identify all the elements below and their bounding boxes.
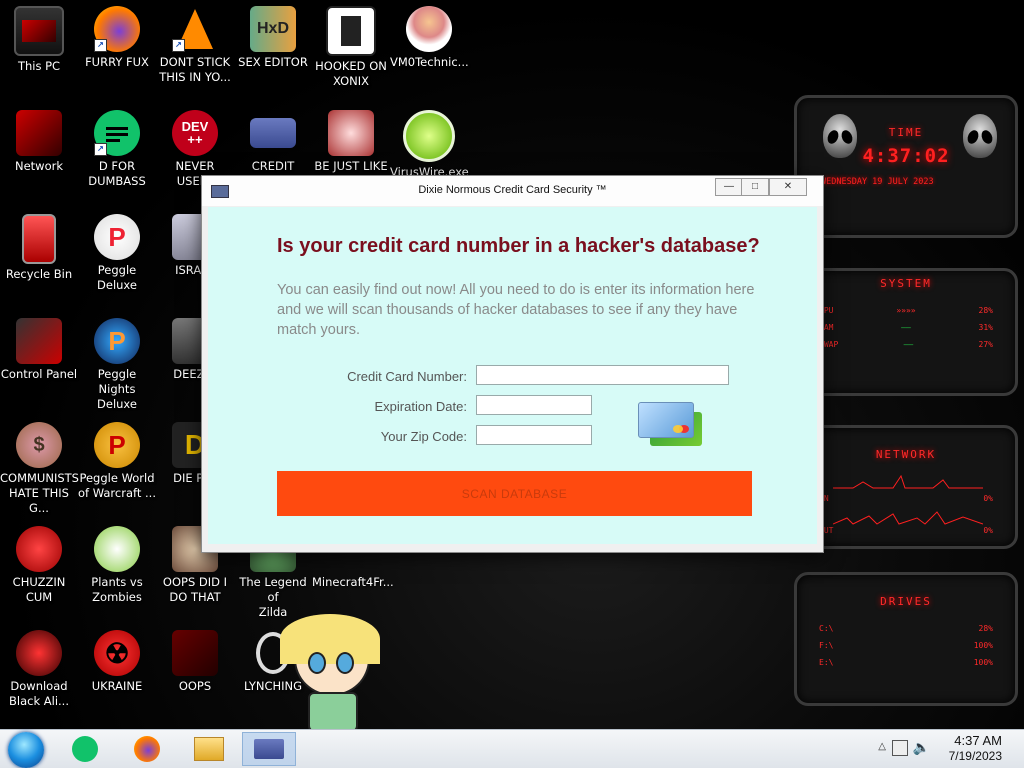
hxd-editor-icon: HxD (250, 6, 296, 52)
desktop-icon-ukraine[interactable]: ☢ UKRAINE (78, 630, 156, 694)
vlc-cone-icon: ↗ (172, 6, 218, 52)
taskbar: △ 🔈 4:37 AM 7/19/2023 (0, 729, 1024, 768)
window-titlebar[interactable]: Dixie Normous Credit Card Security ™ — □… (202, 176, 823, 206)
drive-f-stat: F:\ 100% (819, 641, 993, 650)
clock-time[interactable]: 4:37 AM (954, 733, 1002, 748)
desktop-icon-plants-vs-zombies[interactable]: Plants vs Zombies (78, 526, 156, 605)
desktop-icon-control-panel[interactable]: Control Panel (0, 318, 78, 382)
desktop-icon-dont-stick[interactable]: ↗ DONT STICK THIS IN YO... (156, 6, 234, 85)
shortcut-arrow-icon: ↗ (94, 143, 107, 156)
network-gadget: NETWORK IN0% OUT0% (794, 425, 1018, 549)
desktop-icon-viruswire[interactable]: VirusWire.exe (390, 110, 469, 180)
firefox-icon: ↗ (94, 6, 140, 52)
network-out-stat: OUT 0% (819, 526, 993, 535)
card-number-input[interactable] (476, 365, 729, 385)
desktop-icon-peggle-world[interactable]: P Peggle World of Warcraft ... (78, 422, 156, 501)
network-tray-icon[interactable] (892, 740, 908, 756)
desktop-icon-furry-fux[interactable]: ↗ FURRY FUX (78, 6, 156, 70)
expiration-date-label: Expiration Date: (374, 399, 468, 414)
flower-icon (94, 526, 140, 572)
chuzzle-icon (16, 526, 62, 572)
dev-cpp-icon: DEV ++ (172, 110, 218, 156)
credit-card-security-window: Dixie Normous Credit Card Security ™ — □… (201, 175, 824, 553)
computer-icon (14, 6, 64, 56)
desktop-icon-chuzzin[interactable]: CHUZZIN CUM (0, 526, 78, 605)
firefox-icon (134, 736, 160, 762)
maximize-button[interactable]: □ (741, 178, 769, 196)
drive-e-stat: E:\ 100% (819, 658, 993, 667)
desktop-icon-download-black-alien[interactable]: Download Black Ali... (0, 630, 78, 709)
start-button[interactable] (8, 732, 44, 768)
drives-gadget: DRIVES C:\ 28% F:\ 100% E:\ 100% (794, 572, 1018, 706)
desktop-icon-be-just-like[interactable]: BE JUST LIKE (312, 110, 390, 174)
document-app-icon: ↗ (94, 110, 140, 156)
network-title: NETWORK (875, 448, 937, 461)
peggle-icon: P (94, 422, 140, 468)
close-button[interactable]: ✕ (769, 178, 807, 196)
time-gadget: TIME 4:37:02 WEDNESDAY 19 JULY 2023 (794, 95, 1018, 238)
credit-card-icon (254, 739, 284, 759)
folder-icon (194, 737, 224, 761)
desktop-icon-vm0technic[interactable]: VM0Technic... (390, 6, 469, 70)
shortcut-arrow-icon: ↗ (172, 39, 185, 52)
oops-app-icon (172, 630, 218, 676)
taskbar-file-explorer[interactable] (182, 732, 236, 766)
desktop-icon-d-for-dumbass[interactable]: ↗ D FOR DUMBASS (78, 110, 156, 189)
doctor-avatar-icon (406, 6, 452, 52)
credit-card-icon (250, 118, 296, 148)
desktop-icon-peggle-nights[interactable]: P Peggle Nights Deluxe (78, 318, 156, 412)
desktop-icon-oops[interactable]: OOPS (156, 630, 234, 694)
lime-icon (403, 110, 455, 162)
document-app-icon (72, 736, 98, 762)
headline: Is your credit card number in a hacker's… (277, 235, 760, 257)
ram-stat: RAM —— 31% (819, 323, 993, 332)
drive-c-stat: C:\ 28% (819, 624, 993, 633)
expiration-date-input[interactable] (476, 395, 592, 415)
taskbar-credit-card-app[interactable] (242, 732, 296, 766)
peggle-icon: P (94, 214, 140, 260)
date-value: WEDNESDAY 19 JULY 2023 (821, 177, 934, 187)
alien-head-icon (823, 114, 857, 158)
desktop-icon-hooked-on-xonix[interactable]: HOOKED ON XONIX (312, 6, 390, 89)
santa-icon (328, 110, 374, 156)
scan-database-button[interactable]: SCAN DATABASE (277, 471, 752, 516)
minimize-button[interactable]: — (715, 178, 743, 196)
card-number-label: Credit Card Number: (347, 369, 467, 384)
tray-chevron-icon[interactable]: △ (878, 741, 886, 752)
alien-icon (16, 630, 62, 676)
desktop-icon-sex-editor[interactable]: HxD SEX EDITOR (234, 6, 312, 70)
money-bag-icon: $ (16, 422, 62, 468)
zip-code-label: Your Zip Code: (380, 429, 467, 444)
network-in-graph (833, 474, 983, 489)
system-gadget: SYSTEM CPU»»»» 28% RAM —— 31% SWAP —— 27% (794, 268, 1018, 396)
volume-icon[interactable]: 🔈 (913, 739, 930, 756)
recycle-bin-icon (22, 214, 56, 264)
peggle-icon: P (94, 318, 140, 364)
radiation-icon: ☢ (94, 630, 140, 676)
desktop-icon-network[interactable]: Network (0, 110, 78, 174)
desktop-icon-this-pc[interactable]: This PC (0, 6, 78, 74)
drives-title: DRIVES (880, 595, 932, 608)
network-in-stat: IN0% (819, 494, 993, 503)
desktop-icon-communists[interactable]: $ COMMUNISTS HATE THIS G... (0, 422, 79, 516)
control-panel-icon (16, 318, 62, 364)
taskbar-firefox[interactable] (120, 732, 174, 766)
taskbar-docs-app[interactable] (58, 732, 112, 766)
cpu-stat: CPU»»»» 28% (819, 306, 993, 315)
credit-cards-icon (638, 402, 708, 452)
alien-head-icon (963, 114, 997, 158)
desktop-icon-recycle-bin[interactable]: Recycle Bin (0, 214, 78, 282)
desktop-icon-peggle-deluxe[interactable]: P Peggle Deluxe (78, 214, 156, 293)
shortcut-arrow-icon: ↗ (94, 39, 107, 52)
window-content: Is your credit card number in a hacker's… (208, 207, 817, 544)
swap-stat: SWAP —— 27% (819, 340, 993, 349)
xonix-icon (326, 6, 376, 56)
zip-code-input[interactable] (476, 425, 592, 445)
network-icon (16, 110, 62, 156)
description-text: You can easily find out now! All you nee… (277, 282, 755, 338)
clock-date[interactable]: 7/19/2023 (949, 749, 1002, 763)
system-title: SYSTEM (880, 277, 932, 290)
network-out-graph (833, 511, 983, 525)
star-mascot (280, 604, 380, 732)
